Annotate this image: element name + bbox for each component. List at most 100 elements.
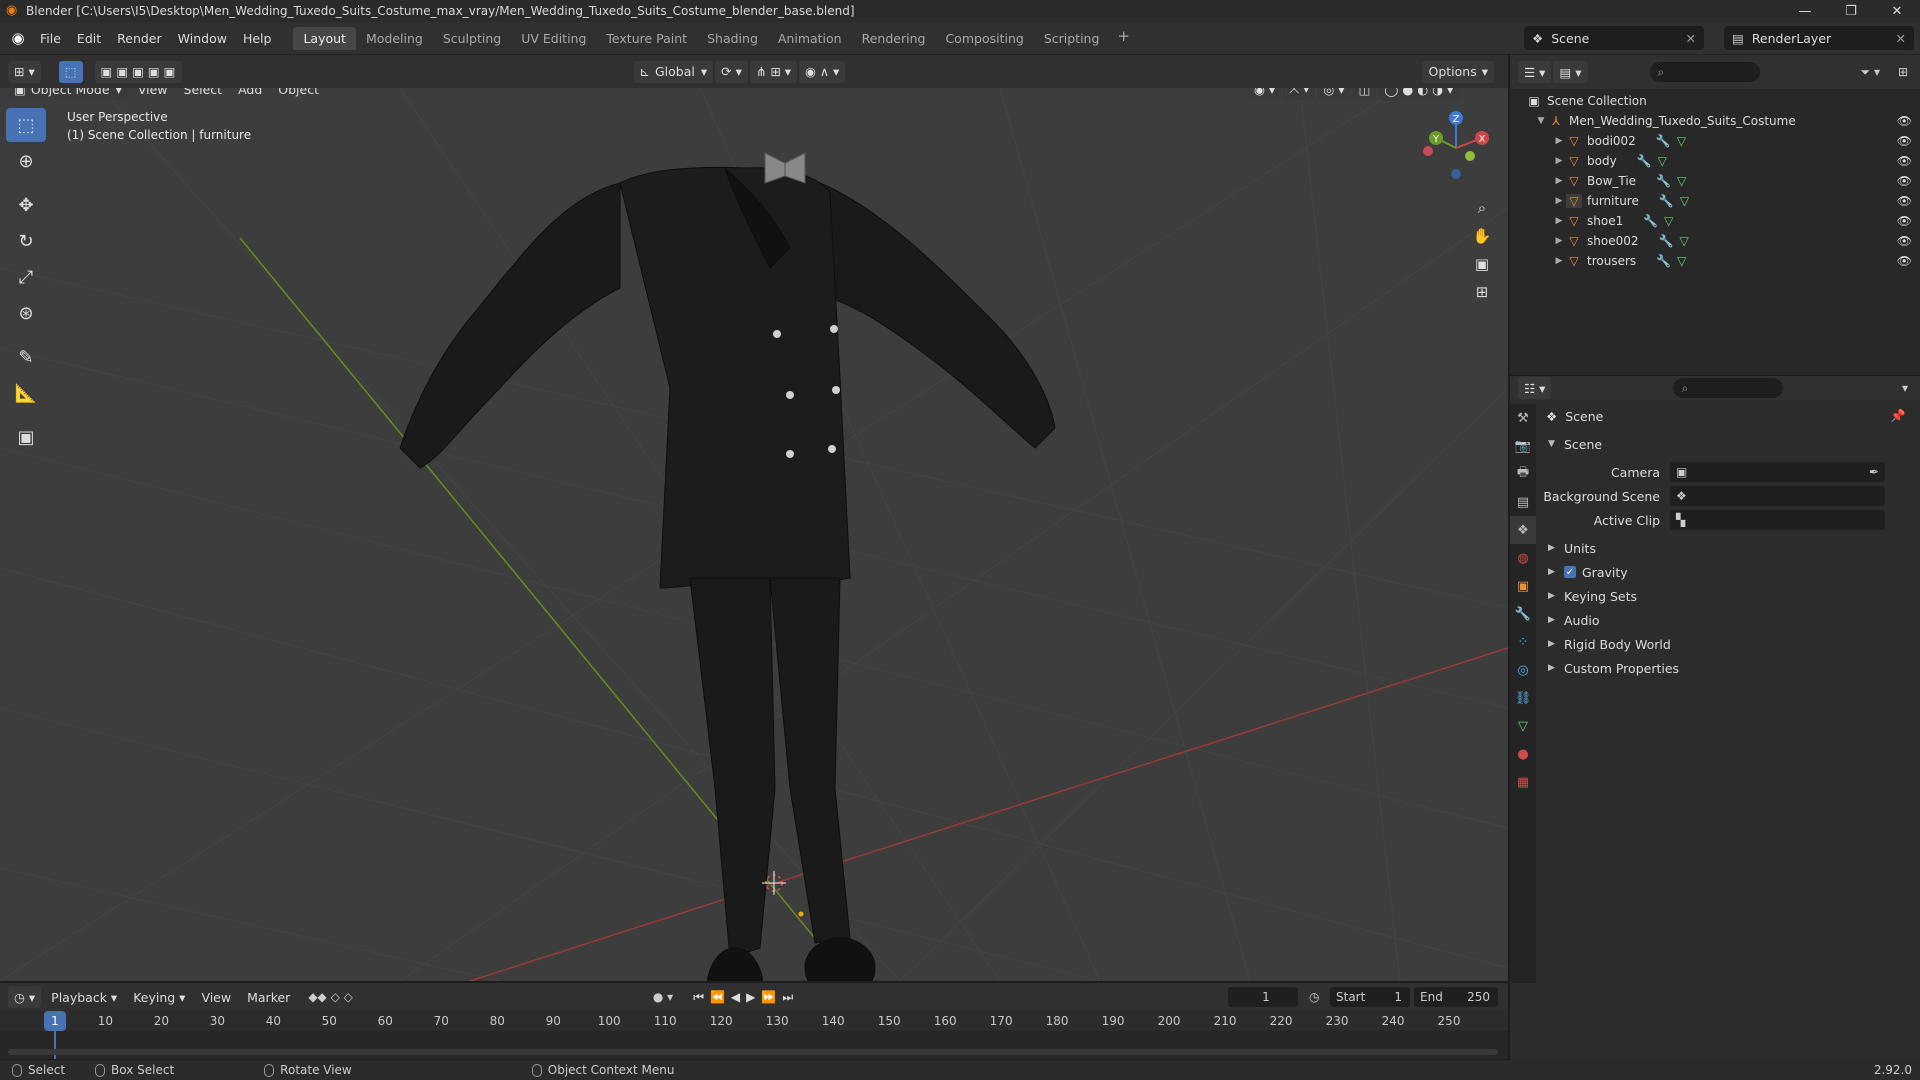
move-tool-icon[interactable]: ✥ [6,188,46,222]
select-box-tool-icon[interactable]: ⬚ [6,108,46,142]
pivot-dropdown[interactable]: ⟳ ▾ [715,60,748,83]
expand-arrow-icon[interactable]: ▶ [1552,176,1566,186]
tab-compositing[interactable]: Compositing [935,27,1033,50]
properties-search-input[interactable]: ⌕ [1673,378,1784,398]
scale-tool-icon[interactable]: ⤢ [6,260,46,294]
collapse-arrow-icon[interactable]: ▼ [1534,116,1548,126]
menu-object[interactable]: Object [270,88,327,97]
close-icon[interactable]: ✕ [1686,31,1696,46]
editor-type-button[interactable]: ⊞ ▾ [8,60,41,83]
wrench-icon[interactable]: 🔧 [1643,214,1658,228]
new-collection-icon[interactable]: ⊞ [1898,65,1908,79]
eye-icon[interactable]: 👁 [1897,214,1912,228]
transform-tool-icon[interactable]: ⊛ [6,296,46,330]
visibility-icon[interactable]: ◉ ▾ [1248,88,1282,100]
rigid-body-world-section[interactable]: ▶ Rigid Body World [1540,632,1920,656]
menu-select[interactable]: Select [176,88,231,97]
wrench-icon[interactable]: 🔧 [1659,234,1674,248]
mesh-data-icon[interactable]: ▽ [1679,234,1688,248]
rotate-tool-icon[interactable]: ↻ [6,224,46,258]
options-dropdown[interactable]: Options ▾ [1422,60,1494,83]
outliner-row-trousers[interactable]: ▶ ▽ trousers 🔧 ▽ 👁 [1510,251,1920,271]
outliner-row-shoe002[interactable]: ▶ ▽ shoe002 🔧 ▽ 👁 [1510,231,1920,251]
keying-menu[interactable]: Keying ▾ [125,990,193,1005]
eye-icon[interactable]: 👁 [1897,134,1912,148]
tab-scripting[interactable]: Scripting [1034,27,1110,50]
filter-icon[interactable]: ⏷ ▾ [1861,65,1880,80]
outliner-row-furniture[interactable]: ▶ ▽ furniture 🔧 ▽ 👁 [1510,191,1920,211]
minimize-button[interactable]: — [1782,0,1828,22]
end-frame-field[interactable]: End 250 [1414,987,1498,1007]
mesh-data-icon[interactable]: ▽ [1677,134,1686,148]
expand-arrow-icon[interactable]: ▶ [1552,256,1566,266]
timeline-view-menu[interactable]: View [193,990,239,1005]
outliner-row-shoe1[interactable]: ▶ ▽ shoe1 🔧 ▽ 👁 [1510,211,1920,231]
particles-tab-icon[interactable]: ⁘ [1510,628,1536,656]
background-scene-field[interactable]: ❖ [1670,486,1885,506]
gravity-section[interactable]: ▶ ✓ Gravity [1540,560,1920,584]
expand-arrow-icon[interactable]: ▶ [1552,136,1566,146]
zoom-icon[interactable]: ⌕ [1468,194,1496,222]
close-icon[interactable]: ✕ [1896,31,1906,46]
properties-editor-type-icon[interactable]: ☷ ▾ [1518,377,1552,399]
select-tool-icon[interactable]: ⬚ [58,60,83,83]
shading-mode-icons[interactable]: ◯ ● ◐ ◑ ▾ [1378,88,1460,100]
cursor-tool-icon[interactable]: ⊕ [6,144,46,178]
view-layer-tab-icon[interactable]: ▤ [1510,488,1536,516]
output-tab-icon[interactable]: 🖶 [1510,460,1536,488]
xray-toggle-icon[interactable]: ◫ [1352,88,1377,100]
camera-view-icon[interactable]: ▣ [1468,250,1496,278]
tool-tab-icon[interactable]: ⚒ [1510,404,1536,432]
marker-menu[interactable]: Marker [239,990,298,1005]
outliner-scene-collection[interactable]: ▣ Scene Collection [1510,91,1920,111]
outliner-search-input[interactable]: ⌕ [1649,62,1760,82]
view-layer-selector[interactable]: ▤ RenderLayer ✕ [1724,26,1914,50]
keying-sets-section[interactable]: ▶ Keying Sets [1540,584,1920,608]
measure-tool-icon[interactable]: 📐 [6,376,46,410]
timeline-editor-type-icon[interactable]: ◷ ▾ [8,986,42,1008]
object-tab-icon[interactable]: ▣ [1510,572,1536,600]
tab-rendering[interactable]: Rendering [852,27,936,50]
display-mode-icon[interactable]: ▤ ▾ [1553,61,1588,83]
gizmo-toggle-icon[interactable]: ⤧ ▾ [1283,88,1316,100]
menu-edit[interactable]: Edit [69,31,109,46]
wrench-icon[interactable]: 🔧 [1656,254,1671,268]
tab-modeling[interactable]: Modeling [356,27,433,50]
mesh-data-icon[interactable]: ▽ [1664,214,1673,228]
tab-uv-editing[interactable]: UV Editing [511,27,596,50]
audio-section[interactable]: ▶ Audio [1540,608,1920,632]
texture-tab-icon[interactable]: ▦ [1510,768,1536,796]
eye-icon[interactable]: 👁 [1897,114,1912,128]
select-mode-icons[interactable]: ▣ ▣ ▣ ▣ ▣ [94,60,182,83]
pin-icon[interactable]: 📌 [1890,408,1906,424]
outliner-editor-type-icon[interactable]: ☰ ▾ [1518,61,1552,83]
active-clip-field[interactable]: ▚ [1670,510,1885,530]
timeline-ruler[interactable]: 1 10 20 30 40 50 60 70 80 90 100 110 120 130 140 150 160… [0,1011,1508,1031]
wrench-icon[interactable]: 🔧 [1637,154,1652,168]
outliner-row-body[interactable]: ▶ ▽ body 🔧 ▽ 👁 [1510,151,1920,171]
expand-arrow-icon[interactable]: ▶ [1552,196,1566,206]
mesh-data-icon[interactable]: ▽ [1680,194,1689,208]
3d-viewport[interactable]: User Perspective (1) Scene Collection | … [0,88,1508,981]
proportional-edit-toggle[interactable]: ◉ ∧ ▾ [799,60,846,83]
add-cube-tool-icon[interactable]: ▣ [6,420,46,454]
eye-icon[interactable]: 👁 [1897,254,1912,268]
annotate-tool-icon[interactable]: ✎ [6,340,46,374]
snap-toggle[interactable]: ⋔ ⊞ ▾ [749,60,798,83]
playback-menu[interactable]: Playback ▾ [43,990,125,1005]
eye-icon[interactable]: 👁 [1897,174,1912,188]
blender-menu-icon[interactable]: ◉ [4,29,32,47]
wrench-icon[interactable]: 🔧 [1656,174,1671,188]
menu-help[interactable]: Help [235,31,280,46]
orientation-dropdown[interactable]: ⊾ Global ▾ [633,60,714,83]
playback-controls[interactable]: ⏮⏪◀▶⏩⏭ [693,990,799,1005]
clock-icon[interactable]: ◷ [1309,990,1319,1004]
menu-add[interactable]: Add [230,88,270,97]
maximize-button[interactable]: ❐ [1828,0,1874,22]
scene-selector[interactable]: ❖ Scene ✕ [1524,26,1704,50]
outliner-row-bow-tie[interactable]: ▶ ▽ Bow_Tie 🔧 ▽ 👁 [1510,171,1920,191]
current-frame-field[interactable]: 1 [1228,987,1298,1007]
navigation-gizmo[interactable]: Z Y X [1416,108,1496,188]
eye-icon[interactable]: 👁 [1897,234,1912,248]
scene-section-header[interactable]: ▼ Scene [1540,432,1920,456]
